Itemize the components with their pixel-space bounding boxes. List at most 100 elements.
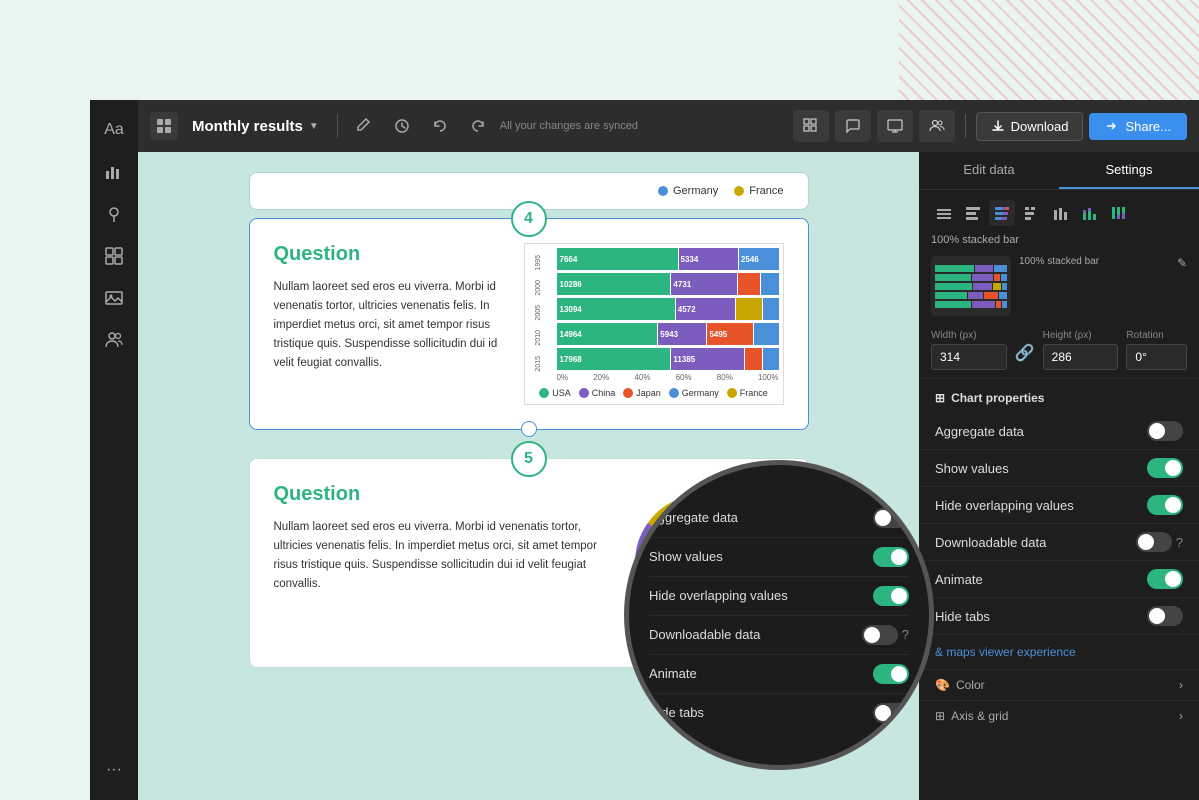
bar-row-2015: 17968 11385 xyxy=(557,348,779,370)
legend-usa: USA xyxy=(539,388,571,398)
toggle-downloadable[interactable] xyxy=(1136,532,1172,552)
toolbar-screen-icon[interactable] xyxy=(877,110,913,142)
chart-preview-edit-icon[interactable]: ✎ xyxy=(1177,256,1187,270)
card-5-title: Question xyxy=(274,483,608,506)
stacked-bar-chart[interactable]: 1995 2000 2005 2010 2015 7664 5334 2546 xyxy=(524,243,784,405)
chart-icon-stacked-h[interactable] xyxy=(989,200,1015,226)
chart-icon-100pct[interactable] xyxy=(1105,200,1131,226)
height-label: Height (px) xyxy=(1043,330,1119,341)
bar-germany-2015 xyxy=(763,348,778,370)
bar-germany-2000 xyxy=(761,273,779,295)
sidebar-icon-people[interactable] xyxy=(96,322,132,358)
toolbar-logo xyxy=(150,112,178,140)
toolbar-undo-icon[interactable] xyxy=(424,110,456,142)
toggle-list: Aggregate data Show values Hide overlapp… xyxy=(919,413,1199,635)
chart-icon-bar-filter[interactable] xyxy=(1018,200,1044,226)
toolbar-pen-icon[interactable] xyxy=(348,110,380,142)
bar-china-2005: 4572 xyxy=(676,298,735,320)
toolbar-divider-1 xyxy=(337,114,338,138)
bar-usa-2005: 13094 xyxy=(557,298,675,320)
chart-icon-bar-h[interactable] xyxy=(960,200,986,226)
height-value[interactable]: 286 xyxy=(1043,344,1119,370)
panel-tabs: Edit data Settings xyxy=(919,152,1199,190)
sidebar-icon-maps[interactable] xyxy=(96,196,132,232)
chart-icon-layers[interactable] xyxy=(931,200,957,226)
card-4-content: Question Nullam laoreet sed eros eu vive… xyxy=(274,243,784,405)
toolbar-divider-2 xyxy=(965,114,966,138)
bar-row-1995: 7664 5334 2546 xyxy=(557,248,779,270)
document-title[interactable]: Monthly results ▼ xyxy=(184,114,327,139)
bar-usa-2000: 10286 xyxy=(557,273,671,295)
bar-france-2005 xyxy=(736,298,762,320)
toggle-label-aggregate: Aggregate data xyxy=(935,424,1024,439)
toggle-label-hide-tabs: Hide tabs xyxy=(935,609,990,624)
accordion-color[interactable]: 🎨 Color › xyxy=(919,669,1199,700)
chart-preview[interactable] xyxy=(931,256,1011,316)
chart-properties-section: ⊞ Chart properties Aggregate data Show v… xyxy=(919,378,1199,731)
sidebar-icon-layout[interactable] xyxy=(96,238,132,274)
toggle-show-values[interactable] xyxy=(1147,458,1183,478)
toggle-hide-tabs[interactable] xyxy=(1147,606,1183,626)
bar-row-2000: 10286 4731 xyxy=(557,273,779,295)
toolbar-redo-icon[interactable] xyxy=(462,110,494,142)
chart-icon-stacked-v[interactable] xyxy=(1076,200,1102,226)
height-field: Height (px) 286 xyxy=(1043,330,1119,370)
link-icon: 🔗 xyxy=(1015,330,1035,370)
chart-type-label: 100% stacked bar xyxy=(931,234,1187,246)
legend-france: France xyxy=(734,185,783,197)
bar-china-1995: 5334 xyxy=(679,248,738,270)
toggle-aggregate[interactable] xyxy=(1147,421,1183,441)
chart-type-section: 100% stacked bar xyxy=(919,190,1199,378)
toolbar-users-icon[interactable] xyxy=(919,110,955,142)
toggle-animate[interactable] xyxy=(1147,569,1183,589)
bar-germany-2010 xyxy=(754,323,778,345)
rotation-value[interactable]: 0° xyxy=(1126,344,1187,370)
legend-germany: Germany xyxy=(669,388,719,398)
chart-type-icons xyxy=(931,200,1187,226)
toggle-row-hide-tabs: Hide tabs xyxy=(919,598,1199,635)
bar-usa-2015: 17968 xyxy=(557,348,671,370)
left-sidebar: Aa ··· xyxy=(90,100,138,800)
bar-japan-2015 xyxy=(745,348,763,370)
toggle-label-hide-overlap: Hide overlapping values xyxy=(935,498,1074,513)
sidebar-icon-type[interactable]: Aa xyxy=(96,112,132,148)
chart-preview-label: 100% stacked bar xyxy=(1019,256,1169,267)
downloadable-help-icon[interactable]: ? xyxy=(1176,535,1183,550)
toggle-label-show-values: Show values xyxy=(935,461,1009,476)
chart-properties-header: ⊞ Chart properties xyxy=(919,378,1199,413)
sidebar-icon-charts[interactable] xyxy=(96,154,132,190)
right-panel: Edit data Settings xyxy=(919,152,1199,800)
toggle-hide-overlap[interactable] xyxy=(1147,495,1183,515)
tab-settings[interactable]: Settings xyxy=(1059,152,1199,189)
toolbar-grid-icon[interactable] xyxy=(793,110,829,142)
chart-preview-row: 100% stacked bar ✎ xyxy=(931,256,1187,316)
tab-edit-data[interactable]: Edit data xyxy=(919,152,1059,189)
width-value[interactable]: 314 xyxy=(931,344,1007,370)
card-4: 4 Question Nullam laoreet sed eros eu vi… xyxy=(249,218,809,430)
toolbar-history-icon[interactable] xyxy=(386,110,418,142)
toggle-row-aggregate: Aggregate data xyxy=(919,413,1199,450)
year-axis: 1995 2000 2005 2010 2015 xyxy=(525,244,553,382)
x-axis: 0%20%40%60%80%100% xyxy=(557,373,779,382)
sidebar-icon-image[interactable] xyxy=(96,280,132,316)
panel-link[interactable]: & maps viewer experience xyxy=(919,635,1199,669)
resize-handle[interactable] xyxy=(521,421,537,437)
download-button[interactable]: Download xyxy=(976,112,1084,141)
bar-germany-1995: 2546 xyxy=(739,248,779,270)
share-button[interactable]: Share... xyxy=(1089,113,1187,140)
bar-china-2015: 11385 xyxy=(671,348,743,370)
bar-row-2010: 14964 5943 5495 xyxy=(557,323,779,345)
toolbar-comment-icon[interactable] xyxy=(835,110,871,142)
width-field: Width (px) 314 xyxy=(931,330,1007,370)
bar-row-2005: 13094 4572 xyxy=(557,298,779,320)
accordion-axis-grid[interactable]: ⊞ Axis & grid › xyxy=(919,700,1199,731)
sidebar-icon-more[interactable]: ··· xyxy=(96,752,132,788)
card-5-body: Nullam laoreet sed eros eu viverra. Morb… xyxy=(274,518,608,594)
bar-japan-2010: 5495 xyxy=(707,323,753,345)
bar-usa-1995: 7664 xyxy=(557,248,678,270)
card-5-text-section: Question Nullam laoreet sed eros eu vive… xyxy=(274,483,608,594)
rotation-label: Rotation xyxy=(1126,330,1187,341)
card-4-number: 4 xyxy=(511,201,547,237)
toggle-label-animate: Animate xyxy=(935,572,983,587)
chart-icon-bar-v[interactable] xyxy=(1047,200,1073,226)
